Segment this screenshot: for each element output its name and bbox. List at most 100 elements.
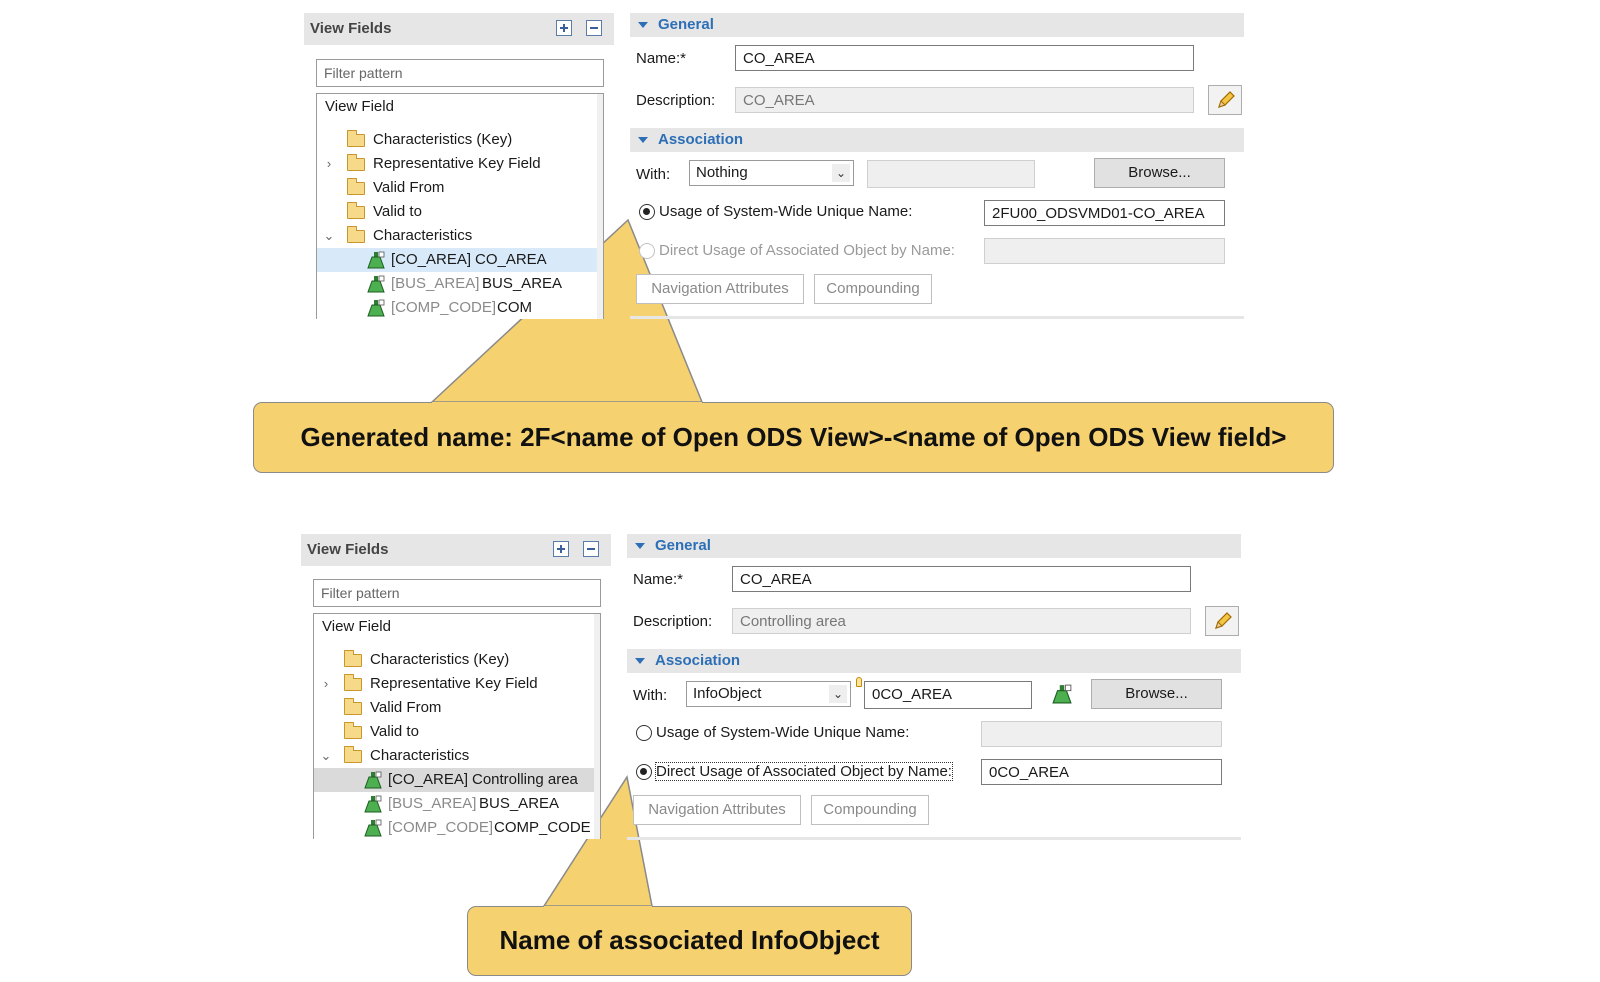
pencil-icon: [1215, 612, 1232, 629]
description-input[interactable]: Controlling area: [732, 608, 1191, 634]
with-label: With:: [636, 166, 671, 183]
expand-all-icon[interactable]: [553, 541, 569, 557]
tree-item-valid-from[interactable]: Valid From: [317, 176, 597, 200]
tree-item-bus-area[interactable]: [BUS_AREA] BUS_AREA: [317, 272, 597, 296]
collapse-triangle-icon: [635, 543, 645, 550]
infoobject-icon: [364, 771, 382, 789]
radio-direct-usage-label[interactable]: Direct Usage of Associated Object by Nam…: [655, 762, 953, 781]
pencil-icon: [1218, 91, 1235, 108]
compounding-button[interactable]: Compounding: [814, 274, 932, 304]
tree-item-comp-code[interactable]: [COMP_CODE] COM: [317, 296, 597, 319]
chevron-down-icon[interactable]: ⌄: [829, 685, 847, 703]
tree-item-bus-area[interactable]: [BUS_AREA] BUS_AREA: [314, 792, 594, 816]
edit-description-button[interactable]: [1205, 606, 1239, 636]
bottom-divider: [627, 837, 1241, 840]
associated-object-input[interactable]: [867, 160, 1035, 188]
tree-item-valid-to[interactable]: Valid to: [317, 200, 597, 224]
association-section-header[interactable]: Association: [630, 128, 1244, 152]
infoobject-icon: [364, 795, 382, 813]
radio-direct-usage-label[interactable]: Direct Usage of Associated Object by Nam…: [659, 242, 955, 259]
system-wide-name-input[interactable]: 2FU00_ODSVMD01-CO_AREA: [984, 200, 1225, 226]
description-label: Description:: [636, 92, 716, 109]
with-select-value: Nothing: [696, 164, 748, 181]
description-label: Description:: [633, 613, 713, 630]
expand-all-icon[interactable]: [556, 20, 572, 36]
filter-input[interactable]: Filter pattern: [316, 59, 604, 87]
associated-object-input[interactable]: 0CO_AREA: [864, 681, 1032, 709]
chevron-down-icon[interactable]: ⌄: [320, 744, 332, 768]
radio-system-wide-name[interactable]: [636, 725, 652, 741]
infoobject-icon: [367, 299, 385, 317]
name-input[interactable]: CO_AREA: [732, 566, 1191, 592]
tree-title: View Field: [322, 618, 391, 635]
info-marker-icon: [856, 677, 862, 687]
tree-item-representative[interactable]: › Representative Key Field: [317, 152, 597, 176]
folder-icon: [343, 698, 362, 715]
compounding-button[interactable]: Compounding: [811, 795, 929, 825]
direct-usage-input[interactable]: 0CO_AREA: [981, 759, 1222, 785]
infoobject-icon[interactable]: [1052, 684, 1072, 704]
collapse-all-icon[interactable]: [586, 20, 602, 36]
name-input[interactable]: CO_AREA: [735, 45, 1194, 71]
chevron-down-icon[interactable]: ⌄: [323, 224, 335, 248]
tree-item-valid-to[interactable]: Valid to: [314, 720, 594, 744]
name-label: Name:*: [636, 50, 687, 67]
tree-scrollbar[interactable]: [597, 94, 603, 319]
filter-placeholder: Filter pattern: [321, 585, 400, 601]
folder-open-icon: [343, 746, 362, 763]
description-input[interactable]: CO_AREA: [735, 87, 1194, 113]
general-section-header[interactable]: General: [627, 534, 1241, 558]
view-field-tree[interactable]: View Field Characteristics (Key) › Repre…: [316, 93, 604, 319]
radio-system-wide-name-label[interactable]: Usage of System-Wide Unique Name:: [659, 203, 912, 220]
chevron-right-icon[interactable]: ›: [323, 152, 335, 176]
tree-scrollbar[interactable]: [594, 614, 600, 839]
tree-item-co-area[interactable]: [CO_AREA] Controlling area: [314, 768, 594, 792]
direct-usage-input[interactable]: [984, 238, 1225, 264]
folder-icon: [346, 178, 365, 195]
infoobject-icon: [367, 251, 385, 269]
tree-item-representative[interactable]: › Representative Key Field: [314, 672, 594, 696]
chevron-down-icon[interactable]: ⌄: [832, 164, 850, 182]
folder-open-icon: [346, 226, 365, 243]
chevron-right-icon[interactable]: ›: [320, 672, 332, 696]
with-select[interactable]: Nothing ⌄: [689, 160, 854, 186]
bottom-divider: [630, 316, 1244, 319]
browse-button[interactable]: Browse...: [1094, 158, 1225, 188]
view-fields-header: View Fields: [301, 534, 611, 566]
filter-placeholder: Filter pattern: [324, 65, 403, 81]
infoobject-icon: [364, 819, 382, 837]
folder-icon: [346, 154, 365, 171]
radio-system-wide-name-label[interactable]: Usage of System-Wide Unique Name:: [656, 724, 909, 741]
callout-bottom-joint: [544, 906, 652, 909]
collapse-all-icon[interactable]: [583, 541, 599, 557]
folder-icon: [343, 650, 362, 667]
collapse-triangle-icon: [638, 137, 648, 144]
radio-direct-usage[interactable]: [636, 764, 652, 780]
tree-item-characteristics[interactable]: ⌄ Characteristics: [317, 224, 597, 248]
system-wide-name-input[interactable]: [981, 721, 1222, 747]
collapse-triangle-icon: [638, 22, 648, 29]
with-select[interactable]: InfoObject ⌄: [686, 681, 851, 707]
folder-icon: [343, 674, 362, 691]
filter-input[interactable]: Filter pattern: [313, 579, 601, 607]
with-label: With:: [633, 687, 668, 704]
tree-title: View Field: [325, 98, 394, 115]
view-field-tree[interactable]: View Field Characteristics (Key) › Repre…: [313, 613, 601, 839]
radio-direct-usage[interactable]: [639, 243, 655, 259]
tree-item-key[interactable]: Characteristics (Key): [314, 648, 594, 672]
tree-item-key[interactable]: Characteristics (Key): [317, 128, 597, 152]
tree-item-comp-code[interactable]: [COMP_CODE] COMP_CODE: [314, 816, 594, 839]
view-fields-title: View Fields: [310, 20, 392, 37]
tree-item-co-area[interactable]: [CO_AREA] CO_AREA: [317, 248, 597, 272]
browse-button[interactable]: Browse...: [1091, 679, 1222, 709]
navigation-attributes-button[interactable]: Navigation Attributes: [633, 795, 801, 825]
folder-icon: [346, 202, 365, 219]
radio-system-wide-name[interactable]: [639, 204, 655, 220]
tree-item-valid-from[interactable]: Valid From: [314, 696, 594, 720]
tree-item-characteristics[interactable]: ⌄ Characteristics: [314, 744, 594, 768]
general-section-header[interactable]: General: [630, 13, 1244, 37]
edit-description-button[interactable]: [1208, 85, 1242, 115]
association-section-header[interactable]: Association: [627, 649, 1241, 673]
navigation-attributes-button[interactable]: Navigation Attributes: [636, 274, 804, 304]
callout-top-joint: [432, 402, 702, 405]
